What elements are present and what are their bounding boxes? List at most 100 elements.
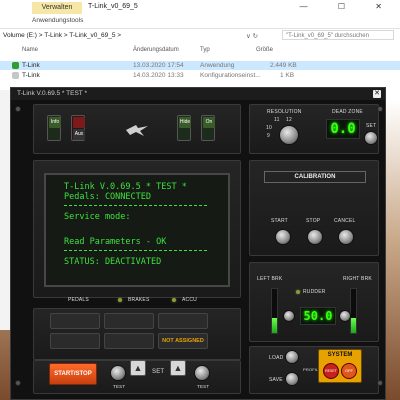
file-size: 2.449 KB <box>270 62 297 69</box>
jet-logo-icon <box>126 125 148 136</box>
hide-switch-label: Hide <box>179 117 191 128</box>
column-size[interactable]: Größe <box>256 47 273 53</box>
brakes-led <box>118 298 122 302</box>
accu-indicator-label: ACCU <box>182 297 197 303</box>
aux-cap <box>73 117 85 128</box>
tlink-title: T-Link V.0.69.5 * TEST * <box>17 90 87 97</box>
deadzone-display: 0.0 <box>326 119 360 139</box>
system-box: SYSTEM RESET OFF <box>318 349 362 383</box>
lcd-divider <box>64 205 207 207</box>
assign-slot-button[interactable] <box>104 333 154 349</box>
save-profile-button[interactable] <box>285 372 299 386</box>
rudder-label: RUDDER <box>303 289 326 295</box>
set-center-label: SET <box>152 369 165 375</box>
save-label: SAVE <box>269 377 283 383</box>
resolution-mark: 12 <box>286 117 292 123</box>
rudder-left-knob[interactable] <box>283 310 295 322</box>
rudder-right-knob[interactable] <box>339 310 351 322</box>
calibration-cancel-button[interactable] <box>338 229 354 245</box>
lcd-line-pedals: Pedals: CONNECTED <box>64 192 151 202</box>
file-date: 13.03.2020 17:54 <box>133 62 184 69</box>
right-brake-label: RIGHT BRK <box>343 276 372 282</box>
app-icon <box>12 62 19 69</box>
tab-anwendungstools[interactable]: Anwendungstools <box>32 17 83 24</box>
test-left-knob[interactable] <box>110 365 126 381</box>
calibration-cancel-label: CANCEL <box>334 218 356 224</box>
window-controls[interactable]: — ☐ ✕ <box>300 2 396 11</box>
explorer-titlebar: Verwalten T-Link_v0_69_5 — ☐ ✕ <box>0 0 400 16</box>
search-input[interactable]: "T-Link_v0_69_5" durchsuchen <box>282 30 394 40</box>
deadzone-label: DEAD ZONE <box>332 109 363 115</box>
info-switch-label: Info <box>49 117 61 128</box>
system-reset-button[interactable]: RESET <box>323 363 339 379</box>
tab-verwalten[interactable]: Verwalten <box>32 2 82 14</box>
assign-slot-button[interactable] <box>158 313 208 329</box>
bottom-control-strip: START/STOP TEST ▲ SET ▲ TEST <box>33 360 241 394</box>
calibration-stop-button[interactable] <box>307 229 323 245</box>
tlink-window: T-Link V.0.69.5 * TEST * ✕ Info Aux Hide… <box>10 87 386 400</box>
lcd-line-read: Read Parameters - OK <box>64 237 167 247</box>
rudder-display: 50.0 <box>300 307 336 325</box>
profile-system-panel: LOAD PROFILE SAVE SYSTEM RESET OFF <box>249 346 379 394</box>
file-type: Anwendung <box>200 62 235 69</box>
calibration-start-label: START <box>271 218 288 224</box>
breadcrumb[interactable]: Volume (E:) > T-Link > T-Link_v0_69_5 > <box>3 32 121 39</box>
resolution-deadzone-panel: RESOLUTION DEAD ZONE 11 12 10 9 0.0 SET <box>249 104 379 154</box>
arrow-up-button-right[interactable]: ▲ <box>170 360 186 376</box>
resolution-mark: 10 <box>266 125 272 131</box>
aux-switch[interactable]: Aux <box>71 115 85 141</box>
calibration-start-button[interactable] <box>275 229 291 245</box>
ribbon-tabs: Anwendungstools <box>0 16 400 29</box>
top-switch-panel: Info Aux Hide On <box>33 104 241 154</box>
column-headers: Name Änderungsdatum Typ Größe <box>0 46 400 56</box>
info-switch[interactable]: Info <box>47 115 61 141</box>
hide-switch[interactable]: Hide <box>177 115 191 141</box>
test-right-label: TEST <box>197 384 210 389</box>
calibration-label: CALIBRATION <box>264 171 366 183</box>
start-stop-button[interactable]: START/STOP <box>49 363 97 385</box>
deadzone-set-label: SET <box>366 123 377 129</box>
deadzone-set-knob[interactable] <box>364 131 378 145</box>
column-name[interactable]: Name <box>22 47 38 53</box>
load-label: LOAD <box>269 355 284 361</box>
file-name: T-Link <box>22 72 40 79</box>
file-name: T-Link <box>22 62 40 69</box>
close-icon[interactable]: ✕ <box>373 90 381 98</box>
screw <box>15 380 21 386</box>
rudder-led <box>296 290 300 294</box>
brakes-rudder-panel: LEFT BRK RIGHT BRK RUDDER 50.0 <box>249 262 379 342</box>
right-brake-bar <box>350 288 357 334</box>
assign-slot-button[interactable] <box>104 313 154 329</box>
file-row[interactable]: T-Link 13.03.2020 17:54 Anwendung 2.449 … <box>0 61 400 70</box>
screw <box>15 106 21 112</box>
on-switch[interactable]: On <box>201 115 215 141</box>
file-type: Konfigurationseinst... <box>200 72 261 79</box>
aux-switch-label: Aux <box>73 129 85 140</box>
left-brake-label: LEFT BRK <box>257 276 283 282</box>
left-brake-bar <box>271 288 278 334</box>
explorer-nav-pane <box>0 90 10 330</box>
test-left-label: TEST <box>113 384 126 389</box>
resolution-knob[interactable] <box>279 125 299 145</box>
not-assigned-button[interactable]: NOT ASSIGNED <box>158 333 208 349</box>
system-off-button[interactable]: OFF <box>341 363 357 379</box>
load-profile-button[interactable] <box>285 350 299 364</box>
resolution-mark: 9 <box>267 133 270 139</box>
column-date[interactable]: Änderungsdatum <box>133 47 179 53</box>
calibration-panel: CALIBRATION START STOP CANCEL <box>249 160 379 256</box>
status-lcd: T-Link V.0.69.5 * TEST * Pedals: CONNECT… <box>44 173 230 287</box>
test-right-knob[interactable] <box>194 365 210 381</box>
left-brake-fill <box>272 317 277 333</box>
refresh-icon[interactable]: ∨ ↻ <box>246 32 258 40</box>
lcd-divider <box>64 250 207 252</box>
file-date: 14.03.2020 13:33 <box>133 72 184 79</box>
assign-slot-button[interactable] <box>50 313 100 329</box>
assign-slot-button[interactable] <box>50 333 100 349</box>
calibration-stop-label: STOP <box>306 218 321 224</box>
right-brake-fill <box>351 317 356 333</box>
config-file-icon <box>12 72 19 79</box>
file-row[interactable]: T-Link 14.03.2020 13:33 Konfigurationsei… <box>0 71 400 80</box>
arrow-up-button[interactable]: ▲ <box>130 360 146 376</box>
tlink-titlebar: T-Link V.0.69.5 * TEST * ✕ <box>11 88 385 100</box>
column-type[interactable]: Typ <box>200 47 210 53</box>
